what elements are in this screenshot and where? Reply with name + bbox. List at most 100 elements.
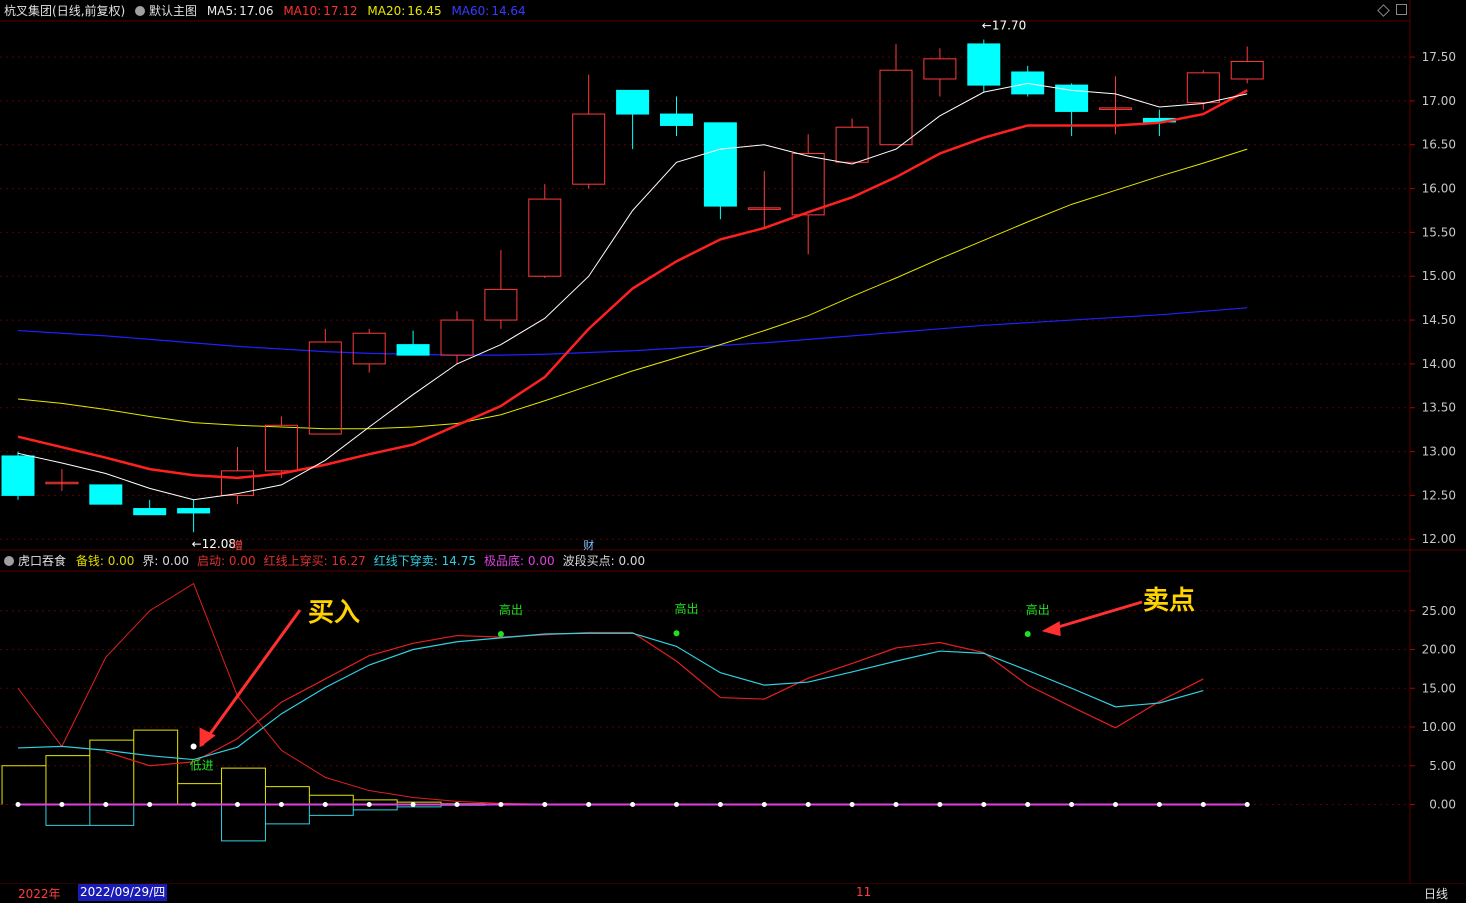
price-tick-label: 16.50 [1422,138,1456,152]
price-extreme-label: ←12.08 [192,537,236,551]
candle-up[interactable] [572,113,606,185]
date-cursor-label: 2022/09/29/四 [78,884,168,901]
indicator-item: 界: 0.00 [142,554,189,568]
candle-up[interactable] [923,58,957,80]
signal-label: 高出 [674,601,698,616]
signal-label: 高出 [499,602,523,617]
price-tick-label: 13.00 [1422,445,1456,459]
signal-dot[interactable] [673,630,680,637]
baseline-dot [278,802,284,807]
baseline-dot [103,802,109,807]
baseline-dot [147,802,153,807]
signal-label: 高出 [1026,602,1050,617]
baseline-dot [893,802,899,807]
template-name[interactable]: 默认主图 [149,4,197,18]
indicator-item: 红线上穿买: 16.27 [263,554,366,568]
indicator-tick-label: 5.00 [1429,759,1456,773]
ma5-value: 17.06 [239,4,274,18]
candle-up[interactable] [484,288,518,321]
baseline-dot [322,802,328,807]
indicator-item: 波段买点: 0.00 [562,554,646,568]
candle-up[interactable] [528,198,562,277]
candlestick-chart[interactable]: 17.50 17.00 16.50 16.00 15.50 15.00 14.50 14.00… [0,0,1466,903]
ma10-value: 17.12 [323,4,358,18]
indicator-tick-label: 0.00 [1429,798,1456,812]
indicator-item: 备钱: 0.00 [75,554,135,568]
baseline-dot [981,802,987,807]
ma10-label: MA10: [283,4,322,18]
baseline-dot [366,802,372,807]
baseline-dot [191,802,197,807]
main-chart-header: 杭叉集团(日线,前复权) 默认主图 MA5: 17.06 MA10: 17.12 M… [4,2,532,20]
price-tick-label: 15.00 [1422,269,1456,283]
signal-dot[interactable] [1024,631,1031,637]
candle-down[interactable] [660,113,693,126]
baseline-dot [805,802,811,807]
ma5-label: MA5: [206,4,238,18]
boundary-bars [45,804,530,842]
candle-down[interactable] [967,43,1001,86]
price-tick-label: 17.50 [1422,50,1456,64]
baseline-dot [410,802,416,807]
indicator-item: 红线下穿卖: 14.75 [373,554,477,568]
time-axis: 2022年 2022/09/29/四 11 日线 [0,884,1466,903]
indicator-tick-label: 10.00 [1422,720,1456,734]
candle-down[interactable] [1,455,35,496]
chart-window: 17.50 17.00 16.50 16.00 15.50 15.00 14.50 14.00… [0,0,1466,903]
candle-down[interactable] [177,508,211,514]
candle-down[interactable] [133,508,167,516]
baseline-dot [1025,802,1031,807]
indicator-tick-label: 15.00 [1422,681,1456,695]
sell-arrow-shaft [1047,600,1143,632]
baseline-dot [1244,802,1250,807]
ma60-label: MA60: [451,4,490,18]
baseline-dot [15,802,21,807]
baseline-dot [937,802,943,807]
candle-up[interactable] [308,341,342,435]
ma20-label: MA20: [367,4,406,18]
candle-up[interactable] [440,319,474,356]
event-marker: 增 [232,538,243,552]
chart-mode: (日线,前复权) [52,4,126,18]
candle-up[interactable] [1230,60,1264,80]
indicator-toggle-icon[interactable] [4,556,14,566]
price-tick-label: 12.00 [1422,532,1456,546]
signal-dot[interactable] [190,743,197,750]
baseline-dot [674,802,679,807]
baseline-dot [1156,802,1162,807]
baseline-dot [849,802,855,807]
indicator-tick-label: 25.00 [1422,604,1456,618]
ma60-line [17,307,1248,356]
baseline-dot [1069,802,1075,807]
sell-annotation: 卖点 [1143,586,1196,616]
candle-up[interactable] [352,332,386,365]
indicator-name[interactable]: 虎口吞食 [18,554,66,568]
baseline-dot [586,802,592,807]
reserve-money-bars [1,729,530,805]
baseline-dot [630,802,636,807]
signal-dot[interactable] [497,631,504,637]
stock-name: 杭叉集团 [4,4,53,18]
period-button[interactable]: 日线 [1424,885,1448,902]
candle-down[interactable] [616,89,650,115]
candle-up[interactable] [264,424,298,472]
candle-up[interactable] [791,153,825,216]
candle-up[interactable] [879,69,913,146]
baseline-dot [59,802,65,807]
candle-down[interactable] [703,122,737,207]
baseline-dot [498,802,504,807]
price-tick-label: 14.00 [1422,357,1456,371]
candle-down[interactable] [396,344,430,356]
baseline-dot [717,802,723,807]
baseline-dot [1113,802,1118,807]
price-tick-label: 13.50 [1422,401,1456,415]
baseline-dot [542,802,548,807]
price-tick-label: 16.00 [1422,182,1456,196]
indicator-item: 极品底: 0.00 [484,554,555,568]
price-tick-label: 12.50 [1422,488,1456,502]
buy-arrow-shaft [200,609,302,747]
collapse-icon[interactable] [1396,4,1407,15]
template-toggle-icon[interactable] [135,6,146,16]
candle-up[interactable] [1186,72,1220,104]
candle-down[interactable] [89,484,123,505]
